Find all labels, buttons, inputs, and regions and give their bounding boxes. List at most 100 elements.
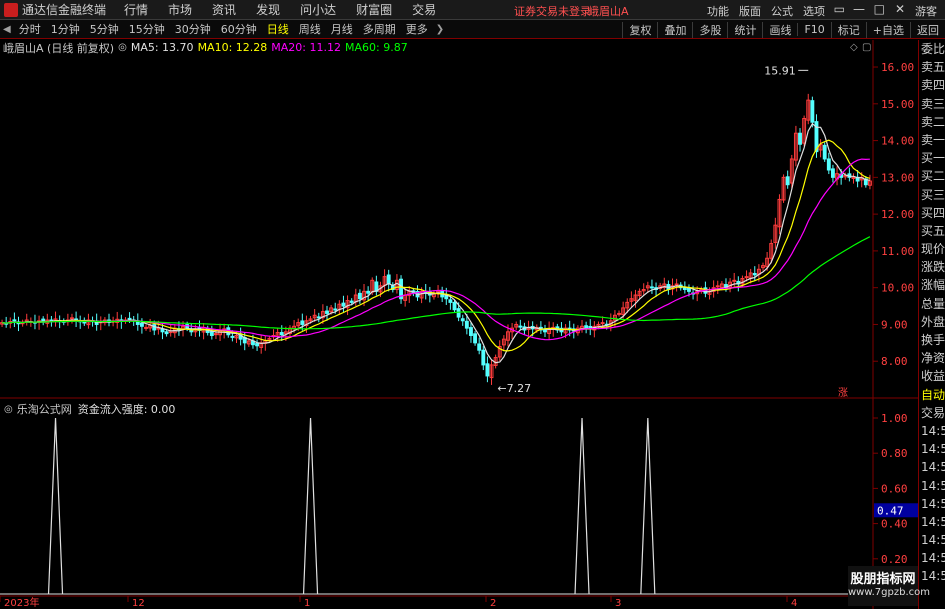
candle-body xyxy=(485,363,490,377)
zoom-box-icon: ▢ xyxy=(862,42,871,53)
side-item: 14:56 xyxy=(921,551,945,566)
candle-body xyxy=(160,328,165,333)
candle-body xyxy=(732,279,737,282)
candle-body xyxy=(715,285,720,288)
scroll-up-icon: ◇ xyxy=(850,42,858,53)
candle-body xyxy=(341,302,346,307)
watermark-logo: 股朋指标网 www.7gpzb.com xyxy=(848,566,930,606)
candle-body xyxy=(209,331,214,336)
kline-chart[interactable]: 16.0015.0014.0013.0012.0011.0010.009.008… xyxy=(0,0,918,609)
candle-body xyxy=(333,308,338,311)
guest-user[interactable]: 游客 xyxy=(915,3,937,19)
candle-body xyxy=(12,319,17,322)
ma10-label: MA10: 12.28 xyxy=(197,41,268,54)
candle-body xyxy=(798,132,802,145)
candle-body xyxy=(127,317,132,320)
indicator-tick-label: 0.20 xyxy=(881,553,908,566)
side-item: 涨幅 xyxy=(921,278,945,293)
side-item[interactable]: 交易 xyxy=(919,404,945,422)
candle-body xyxy=(164,331,169,335)
candle-body xyxy=(214,333,218,336)
indicator-current-value: 0.47 xyxy=(877,504,904,517)
price-tick-label: 8.00 xyxy=(881,355,908,368)
candle-body xyxy=(650,286,654,289)
price-tick-label: 11.00 xyxy=(881,245,914,258)
candle-body xyxy=(386,274,391,285)
side-item: 卖二 xyxy=(921,114,945,129)
side-item: 换手 xyxy=(921,333,945,347)
candle-body xyxy=(481,349,486,366)
candle-body xyxy=(144,326,148,329)
ma20-line xyxy=(2,158,870,341)
date-label: 3 xyxy=(615,598,621,609)
date-label: 2023年 xyxy=(4,596,39,609)
candle-body xyxy=(70,317,74,320)
candle-body xyxy=(600,322,605,325)
side-item: 14:56 xyxy=(921,533,945,548)
candle-body xyxy=(366,290,371,294)
candle-body xyxy=(316,316,321,319)
indicator-tick-label: 0.40 xyxy=(881,518,908,531)
indicator-tick-label: 0.60 xyxy=(881,482,908,495)
indicator-name: 乐淘公式网 xyxy=(16,403,72,416)
side-item: 买二 xyxy=(921,169,945,184)
price-tick-label: 15.00 xyxy=(881,98,914,111)
low-price-marker: ←7.27 xyxy=(497,382,531,395)
side-item: 委比 xyxy=(921,42,945,56)
date-label: 1 xyxy=(304,598,310,609)
chart-header: 峨眉山A (日线 前复权) ◎ MA5: 13.70 MA10: 12.28 M… xyxy=(0,40,408,55)
side-item: 收益 xyxy=(921,369,945,384)
side-item: 卖三 xyxy=(921,96,945,111)
side-item: 14:56 xyxy=(921,478,945,493)
price-tick-label: 10.00 xyxy=(881,282,914,295)
indicator-tick-label: 1.00 xyxy=(881,412,908,425)
candle-body xyxy=(452,301,457,311)
high-price-marker: 15.91 xyxy=(764,64,796,77)
watermark-url: www.7gpzb.com xyxy=(848,587,930,598)
candle-body xyxy=(279,332,284,336)
ma10-line xyxy=(2,139,871,352)
indicator-spike xyxy=(47,417,64,595)
price-tick-label: 16.00 xyxy=(881,61,914,74)
price-tick-label: 13.00 xyxy=(881,171,914,184)
indicator-value: 资金流入强度: 0.00 xyxy=(77,403,176,416)
ma20-label: MA20: 11.12 xyxy=(271,41,341,54)
chart-stock-name: 峨眉山A (日线 前复权) xyxy=(3,41,115,55)
candle-body xyxy=(139,322,144,327)
side-item: 14:56 xyxy=(921,460,945,475)
indicator-toggle-icon[interactable]: ◎ xyxy=(4,404,13,415)
candle-body xyxy=(687,287,691,292)
ma60-label: MA60: 9.87 xyxy=(345,41,408,54)
side-item: 买三 xyxy=(921,187,945,202)
side-item: 外盘 xyxy=(921,314,945,329)
side-item: 卖五 xyxy=(921,60,945,75)
candle-body xyxy=(325,310,329,314)
indicator-spike xyxy=(574,417,590,595)
indicator-spike xyxy=(640,417,656,595)
side-item: 净资 xyxy=(921,351,945,366)
side-item: 14:56 xyxy=(921,569,945,584)
candle-body xyxy=(473,333,478,344)
candle-body xyxy=(477,343,482,351)
price-tick-label: 14.00 xyxy=(881,135,914,148)
candle-body xyxy=(752,273,757,276)
watermark-title: 股朋指标网 xyxy=(850,572,916,587)
side-item: 14:56 xyxy=(921,514,945,529)
candle-body xyxy=(464,320,469,329)
side-item: 14:56 xyxy=(921,423,945,438)
side-item[interactable]: 自动 xyxy=(919,386,945,404)
candle-body xyxy=(674,283,679,286)
candle-body xyxy=(357,292,362,300)
candle-body xyxy=(826,158,831,171)
candle-body xyxy=(810,100,815,123)
date-label: 2 xyxy=(490,598,496,609)
side-item: 买五 xyxy=(921,223,945,238)
side-item: 14:56 xyxy=(921,496,945,511)
indicator-header: ◎ 乐淘公式网 资金流入强度: 0.00 xyxy=(0,402,175,416)
candle-body xyxy=(230,335,235,338)
candle-body xyxy=(349,300,354,303)
candle-body xyxy=(744,276,749,279)
settings-toggle-icon[interactable]: ◎ xyxy=(118,42,127,53)
ma5-label: MA5: 13.70 xyxy=(130,41,194,54)
side-item: 卖四 xyxy=(921,78,945,93)
